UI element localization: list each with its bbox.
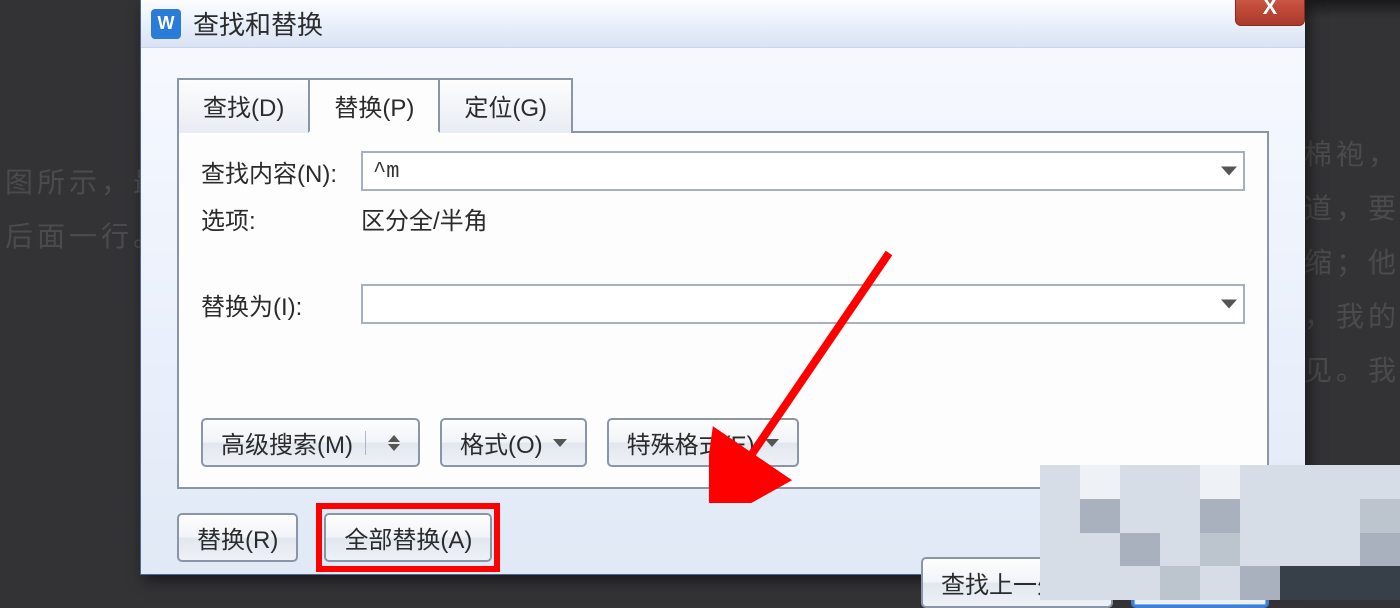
pixelation-overlay xyxy=(1040,465,1400,600)
options-value: 区分全/半角 xyxy=(361,201,488,236)
replace-button[interactable]: 替换(R) xyxy=(177,513,298,562)
close-icon: X xyxy=(1263,0,1278,20)
button-divider xyxy=(365,431,366,455)
special-format-button[interactable]: 特殊格式(E) xyxy=(607,418,799,467)
find-content-label: 查找内容(N): xyxy=(201,154,361,189)
expand-collapse-icon xyxy=(388,435,400,451)
options-label: 选项: xyxy=(201,201,361,236)
advanced-search-label: 高级搜索(M) xyxy=(221,425,353,460)
special-format-label: 特殊格式(E) xyxy=(627,425,755,460)
tab-strip: 查找(D) 替换(P) 定位(G) xyxy=(177,76,1305,131)
tab-replace[interactable]: 替换(P) xyxy=(308,78,440,133)
format-button[interactable]: 格式(O) xyxy=(440,418,587,467)
replace-all-button[interactable]: 全部替换(A) xyxy=(324,513,492,562)
find-content-input[interactable]: ^m xyxy=(361,151,1245,191)
replace-with-label: 替换为(I): xyxy=(201,287,361,322)
tab-find[interactable]: 查找(D) xyxy=(177,78,310,133)
advanced-search-button[interactable]: 高级搜索(M) xyxy=(201,418,420,467)
chevron-down-icon[interactable] xyxy=(1221,300,1237,309)
chevron-down-icon xyxy=(765,439,779,447)
chevron-down-icon xyxy=(553,439,567,447)
replace-all-button-label: 全部替换(A) xyxy=(344,520,472,555)
wps-app-icon: W xyxy=(151,9,181,39)
replace-with-input[interactable] xyxy=(361,284,1245,324)
replace-panel: 查找内容(N): ^m 选项: 区分全/半角 替换为(I): 高级搜索(M) xyxy=(177,131,1269,489)
replace-button-label: 替换(R) xyxy=(197,520,278,555)
close-button[interactable]: X xyxy=(1235,0,1305,26)
find-content-value: ^m xyxy=(373,159,399,184)
format-label: 格式(O) xyxy=(460,425,543,460)
dialog-title: 查找和替换 xyxy=(193,5,323,42)
titlebar[interactable]: W 查找和替换 X xyxy=(141,0,1305,48)
tab-goto[interactable]: 定位(G) xyxy=(438,78,573,133)
chevron-down-icon[interactable] xyxy=(1221,167,1237,176)
